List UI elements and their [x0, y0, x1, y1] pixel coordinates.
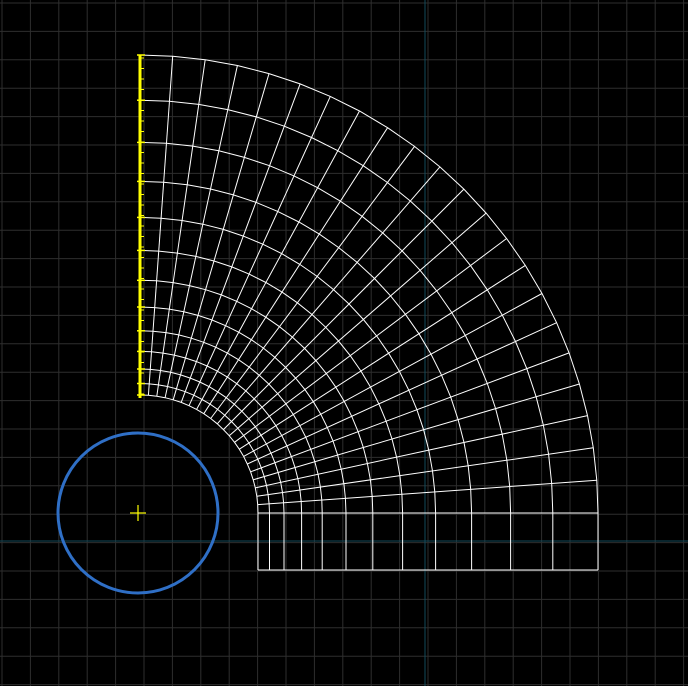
mesh-spoke: [243, 293, 543, 457]
mesh-spoke: [147, 56, 174, 396]
cad-viewport[interactable]: [0, 0, 688, 686]
mesh-spoke: [196, 110, 360, 410]
mesh-spoke: [239, 264, 526, 450]
mesh-spoke: [188, 96, 331, 406]
quarter-ring-mesh[interactable]: [139, 54, 599, 514]
mesh-canvas[interactable]: [0, 0, 688, 686]
mesh-spoke: [234, 238, 507, 443]
mesh-spoke: [253, 383, 580, 481]
mesh-spoke: [156, 59, 206, 397]
mesh-spoke: [203, 127, 389, 414]
mesh-spoke: [210, 146, 415, 419]
mesh-spoke: [172, 73, 270, 400]
mesh-spoke: [257, 479, 597, 506]
